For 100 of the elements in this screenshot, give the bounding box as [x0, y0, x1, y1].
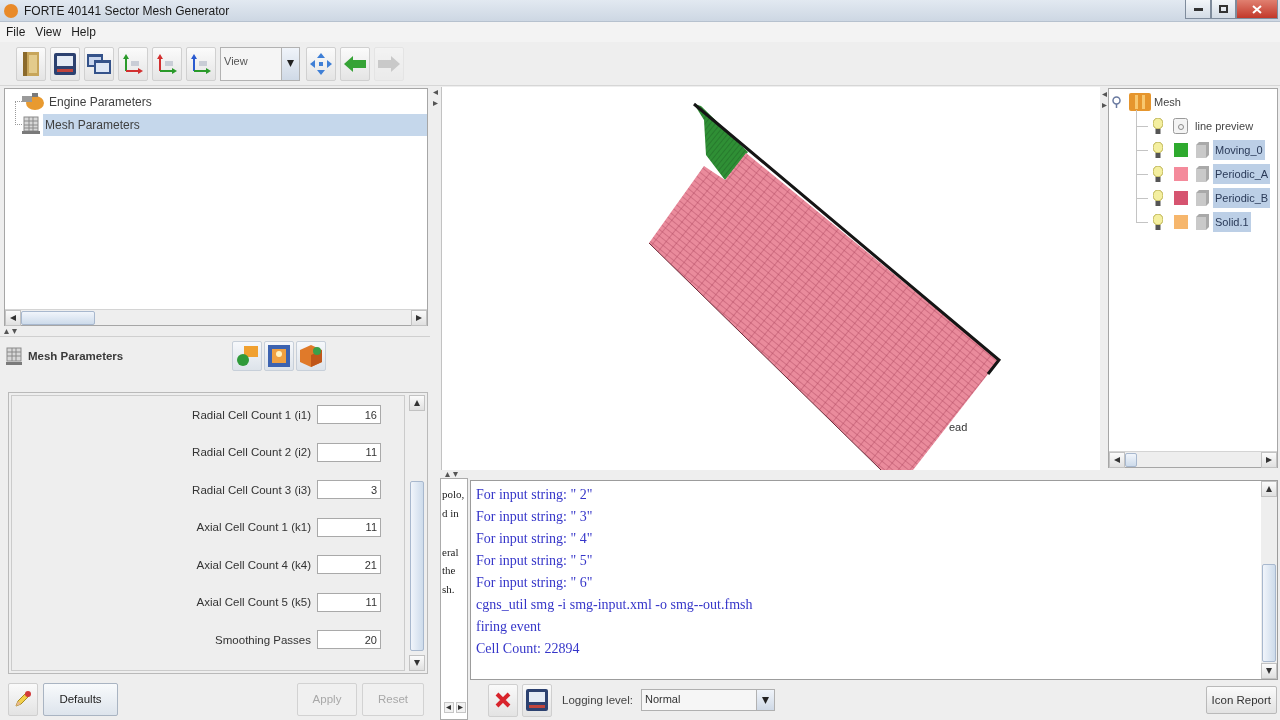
caret-right-icon	[1101, 103, 1107, 108]
log-line: For input string: " 6"	[476, 574, 594, 592]
tree-item[interactable]: line preview	[1193, 116, 1256, 136]
lightbulb-icon	[1153, 166, 1163, 182]
tree-item[interactable]: Periodic_A	[1213, 164, 1271, 184]
number-field[interactable]: 20	[317, 630, 381, 650]
caret-up-icon	[414, 400, 420, 406]
scroll-arrow-button[interactable]	[409, 395, 425, 411]
cube-icon	[300, 345, 322, 367]
clear-button[interactable]	[488, 683, 518, 717]
toolbar-button[interactable]	[84, 46, 114, 81]
scroll-arrow-button[interactable]	[443, 702, 454, 713]
toolbar-button[interactable]	[152, 46, 182, 81]
field-label: Radial Cell Count 3 (i3)	[192, 483, 311, 496]
scroll-arrow-button[interactable]	[411, 310, 427, 326]
caret-left-icon	[10, 315, 16, 321]
log-line: For input string: " 4"	[476, 530, 594, 548]
number-field[interactable]: 11	[317, 592, 381, 612]
tree-item[interactable]: Periodic_B	[1213, 188, 1271, 208]
image-icon	[268, 345, 290, 367]
log-line: For input string: " 5"	[476, 552, 594, 570]
dropdown-button[interactable]	[281, 47, 299, 80]
report-button[interactable]: Icon Report	[1205, 686, 1277, 714]
close-button[interactable]	[1236, 0, 1278, 19]
number-field[interactable]: 3	[317, 480, 381, 500]
vertical-scrollbar[interactable]	[409, 395, 425, 671]
toolbar-button[interactable]	[118, 46, 148, 81]
two-windows-icon	[87, 53, 111, 74]
panel-title: Mesh Parameters	[28, 350, 124, 362]
engine-icon	[22, 92, 44, 111]
toolbar-button[interactable]	[50, 46, 80, 81]
maximize-button[interactable]	[1211, 0, 1236, 19]
x-icon	[495, 692, 511, 708]
menu-item[interactable]: View	[30, 25, 67, 39]
menu-item[interactable]: Help	[66, 25, 101, 39]
dropdown-button[interactable]	[756, 690, 774, 710]
tree-item[interactable]: Engine Parameters	[47, 90, 427, 113]
tree-root-label[interactable]: Mesh	[1154, 96, 1181, 108]
field-label: Axial Cell Count 1 (k1)	[196, 521, 311, 534]
log-line: firing event	[476, 618, 542, 636]
axes-icon	[157, 53, 177, 74]
axes-icon	[123, 53, 143, 74]
lightbulb-icon	[1153, 190, 1163, 206]
lightbulb-icon	[1153, 142, 1163, 158]
view-select[interactable]: View	[220, 46, 300, 81]
scroll-arrow-button[interactable]	[1261, 481, 1277, 497]
number-field[interactable]: 16	[317, 405, 381, 425]
caret-up-icon	[445, 471, 450, 477]
scroll-arrow-button[interactable]	[5, 310, 21, 326]
scroll-arrow-button[interactable]	[409, 655, 425, 671]
side-text-line: sh.	[442, 581, 456, 597]
log-line: cgns_util smg -i smg-input.xml -o smg--out.fmsh	[476, 596, 754, 614]
number-field[interactable]: 11	[317, 442, 381, 462]
scroll-arrow-button[interactable]	[1261, 452, 1277, 468]
action-button[interactable]: Defaults	[43, 682, 118, 716]
caret-right-icon	[432, 101, 438, 106]
edit-button[interactable]	[8, 682, 38, 716]
tool-button[interactable]	[264, 341, 294, 371]
scrollbar-thumb[interactable]	[410, 481, 424, 651]
caret-up-icon	[1266, 486, 1272, 492]
tree-item[interactable]: Mesh Parameters	[43, 113, 427, 136]
tool-button[interactable]	[296, 341, 326, 371]
menu-item[interactable]: File	[1, 25, 31, 39]
grid-icon	[22, 115, 40, 134]
caret-down-icon	[287, 60, 294, 67]
caret-left-icon	[446, 705, 451, 710]
horizontal-scrollbar[interactable]	[5, 309, 427, 325]
log-line: For input string: " 2"	[476, 486, 594, 504]
document-icon	[1173, 118, 1188, 134]
window-title: FORTE 40141 Sector Mesh Generator	[24, 3, 230, 18]
cube-icon	[1196, 214, 1209, 230]
arrow-left-icon	[344, 55, 366, 72]
scroll-arrow-button[interactable]	[1109, 452, 1125, 468]
number-field[interactable]: 11	[317, 517, 381, 537]
caret-right-icon	[458, 705, 463, 710]
pencil-icon	[14, 690, 32, 708]
move-icon	[310, 52, 332, 75]
field-label: Axial Cell Count 4 (k4)	[196, 558, 311, 571]
tool-button[interactable]	[232, 341, 262, 371]
3d-viewport[interactable]: ead	[441, 87, 1100, 470]
toolbar-button[interactable]	[16, 46, 46, 81]
minimize-icon	[1193, 7, 1203, 11]
box-icon	[1129, 93, 1151, 111]
cube-icon	[1196, 166, 1209, 182]
toolbar-button[interactable]	[186, 46, 216, 81]
tree-item[interactable]: Solid.1	[1213, 212, 1251, 232]
scrollbar-thumb[interactable]	[21, 311, 95, 325]
scrollbar-thumb[interactable]	[1125, 453, 1137, 467]
tree-item[interactable]: Moving_0	[1213, 140, 1265, 160]
vertical-scrollbar[interactable]	[1261, 481, 1277, 679]
field-label: Radial Cell Count 2 (i2)	[192, 446, 311, 459]
number-field[interactable]: 21	[317, 555, 381, 575]
save-button[interactable]	[522, 683, 552, 717]
scroll-arrow-button[interactable]	[455, 702, 466, 713]
logging-level-select[interactable]: Normal	[641, 689, 775, 711]
scrollbar-thumb[interactable]	[1262, 564, 1276, 662]
caret-left-icon	[1101, 92, 1107, 97]
scroll-arrow-button[interactable]	[1261, 663, 1277, 679]
horizontal-scrollbar[interactable]	[1109, 451, 1277, 467]
minimize-button[interactable]	[1185, 0, 1211, 19]
